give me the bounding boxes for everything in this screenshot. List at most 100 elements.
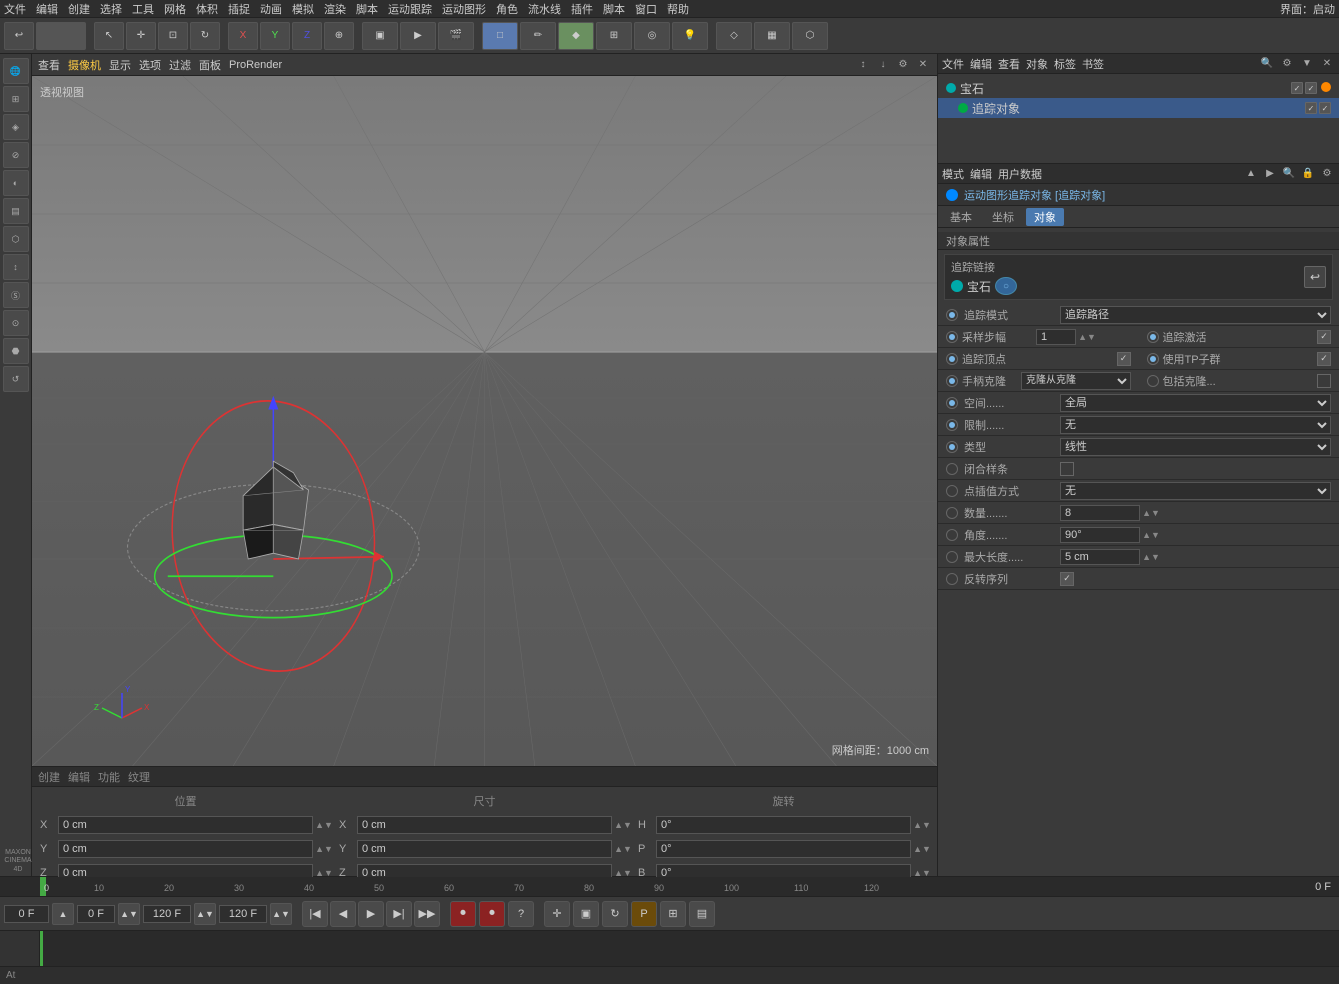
vp-icon-close[interactable]: ✕ [915, 57, 931, 73]
render-view[interactable]: ▶ [400, 22, 436, 50]
axis-z[interactable]: Z [292, 22, 322, 50]
tool-extra1[interactable]: ◇ [716, 22, 752, 50]
frame-stepper-up[interactable]: ▲ [52, 903, 74, 925]
menu-window[interactable]: 窗口 [635, 1, 657, 17]
play-btn[interactable]: ▶ [358, 901, 384, 927]
axis-y[interactable]: Y [260, 22, 290, 50]
vp-icon-down[interactable]: ↓ [875, 57, 891, 73]
current-frame-input[interactable] [4, 905, 49, 923]
gem-cb1[interactable]: ✓ [1291, 82, 1303, 94]
sample-step-input[interactable] [1036, 329, 1076, 345]
start-frame-stepper[interactable]: ▲▼ [118, 903, 140, 925]
reverse-seq-cb[interactable]: ✓ [1060, 572, 1074, 586]
snap-btn4[interactable]: P [631, 901, 657, 927]
handle-clone-select[interactable]: 克隆从克隆 [1021, 372, 1131, 390]
size-y-input[interactable] [357, 840, 612, 858]
obj-item-track[interactable]: 追踪对象 ✓ ✓ [938, 98, 1339, 118]
use-tp-cb[interactable]: ✓ [1317, 352, 1331, 366]
rot-p-stepper[interactable]: ▲▼ [915, 840, 929, 858]
track-cb1[interactable]: ✓ [1305, 102, 1317, 114]
tool-extra2[interactable]: ▦ [754, 22, 790, 50]
attr-menu-mode[interactable]: 模式 [942, 166, 964, 182]
render-to-pic[interactable]: 🎬 [438, 22, 474, 50]
fps-stepper[interactable]: ▲▼ [270, 903, 292, 925]
next-frame-btn[interactable]: ▶| [386, 901, 412, 927]
redo-button[interactable] [36, 22, 86, 50]
space-radio[interactable] [946, 397, 958, 409]
objmgr-menu-bookmark[interactable]: 书签 [1082, 56, 1104, 72]
end-frame-stepper[interactable]: ▲▼ [194, 903, 216, 925]
objmgr-icon-2[interactable]: ⚙ [1279, 56, 1295, 72]
attr-settings-icon[interactable]: ⚙ [1319, 166, 1335, 182]
objmgr-close[interactable]: ✕ [1319, 56, 1335, 72]
objmgr-menu-edit[interactable]: 编辑 [970, 56, 992, 72]
attr-icon-arrow-up[interactable]: ▲ [1243, 166, 1259, 182]
vp-tab-options[interactable]: 选项 [139, 57, 161, 73]
sidebar-globe-icon[interactable]: 🌐 [3, 58, 29, 84]
angle-stepper[interactable]: ▲▼ [1144, 526, 1158, 544]
vp-tab-camera[interactable]: 摄像机 [68, 57, 101, 73]
count-input[interactable] [1060, 505, 1140, 521]
point-interp-radio[interactable] [946, 485, 958, 497]
reverse-seq-radio[interactable] [946, 573, 958, 585]
menu-simulate[interactable]: 模拟 [292, 1, 314, 17]
pos-x-input[interactable] [58, 816, 313, 834]
include-clone-radio[interactable] [1147, 375, 1159, 387]
menu-tools[interactable]: 工具 [132, 1, 154, 17]
undo-button[interactable]: ↩ [4, 22, 34, 50]
attr-tab-basic[interactable]: 基本 [942, 208, 980, 226]
menu-pipeline[interactable]: 流水线 [528, 1, 561, 17]
view-cube[interactable]: □ [482, 22, 518, 50]
snap-move-btn[interactable]: ✛ [544, 901, 570, 927]
pos-y-stepper[interactable]: ▲▼ [317, 840, 331, 858]
handle-clone-radio[interactable] [946, 375, 958, 387]
vp-tab-display[interactable]: 显示 [109, 57, 131, 73]
attr-menu-edit[interactable]: 编辑 [970, 166, 992, 182]
max-length-radio[interactable] [946, 551, 958, 563]
axis-x[interactable]: X [228, 22, 258, 50]
objmgr-menu-file[interactable]: 文件 [942, 56, 964, 72]
rot-h-input[interactable] [656, 816, 911, 834]
pos-x-stepper[interactable]: ▲▼ [317, 816, 331, 834]
start-frame-input[interactable] [77, 905, 115, 923]
sidebar-icon-3[interactable]: ⊘ [3, 142, 29, 168]
tracking-mode-select[interactable]: 追踪路径 [1060, 306, 1331, 324]
tracking-link-clear-btn[interactable]: ↩ [1304, 266, 1326, 288]
prev-frame-btn[interactable]: ◀ [330, 901, 356, 927]
record-btn[interactable]: ⏺ [450, 901, 476, 927]
gem-cb2[interactable]: ✓ [1305, 82, 1317, 94]
snap-btn6[interactable]: ▤ [689, 901, 715, 927]
attr-search-icon[interactable]: 🔍 [1281, 166, 1297, 182]
sidebar-icon-8[interactable]: Ⓢ [3, 282, 29, 308]
tracking-active-radio[interactable] [1147, 331, 1159, 343]
rot-p-input[interactable] [656, 840, 911, 858]
menu-edit[interactable]: 编辑 [36, 1, 58, 17]
fps-input[interactable] [219, 905, 267, 923]
rot-h-stepper[interactable]: ▲▼ [915, 816, 929, 834]
sidebar-icon-9[interactable]: ⊙ [3, 310, 29, 336]
vp-icon-move[interactable]: ↕ [855, 57, 871, 73]
max-length-input[interactable] [1060, 549, 1140, 565]
coord-menu-edit[interactable]: 编辑 [68, 769, 90, 785]
sidebar-icon-2[interactable]: ◈ [3, 114, 29, 140]
objmgr-icon-3[interactable]: ▼ [1299, 56, 1315, 72]
tracking-vertex-cb[interactable]: ✓ [1117, 352, 1131, 366]
menu-character[interactable]: 角色 [496, 1, 518, 17]
coord-menu-texture[interactable]: 纹理 [128, 769, 150, 785]
vp-tab-view[interactable]: 查看 [38, 57, 60, 73]
scale-tool[interactable]: ⊡ [158, 22, 188, 50]
vp-icon-settings[interactable]: ⚙ [895, 57, 911, 73]
objmgr-menu-view[interactable]: 查看 [998, 56, 1020, 72]
menu-animate[interactable]: 动画 [260, 1, 282, 17]
objmgr-menu-object[interactable]: 对象 [1026, 56, 1048, 72]
pos-y-input[interactable] [58, 840, 313, 858]
coord-menu-create[interactable]: 创建 [38, 769, 60, 785]
sidebar-icon-7[interactable]: ↕ [3, 254, 29, 280]
menu-volume[interactable]: 体积 [196, 1, 218, 17]
end-frame-input[interactable] [143, 905, 191, 923]
menu-file[interactable]: 文件 [4, 1, 26, 17]
coord-menu-functions[interactable]: 功能 [98, 769, 120, 785]
obj-item-gem[interactable]: 宝石 ✓ ✓ [938, 78, 1339, 98]
menu-select[interactable]: 选择 [100, 1, 122, 17]
attr-tab-coords[interactable]: 坐标 [984, 208, 1022, 226]
